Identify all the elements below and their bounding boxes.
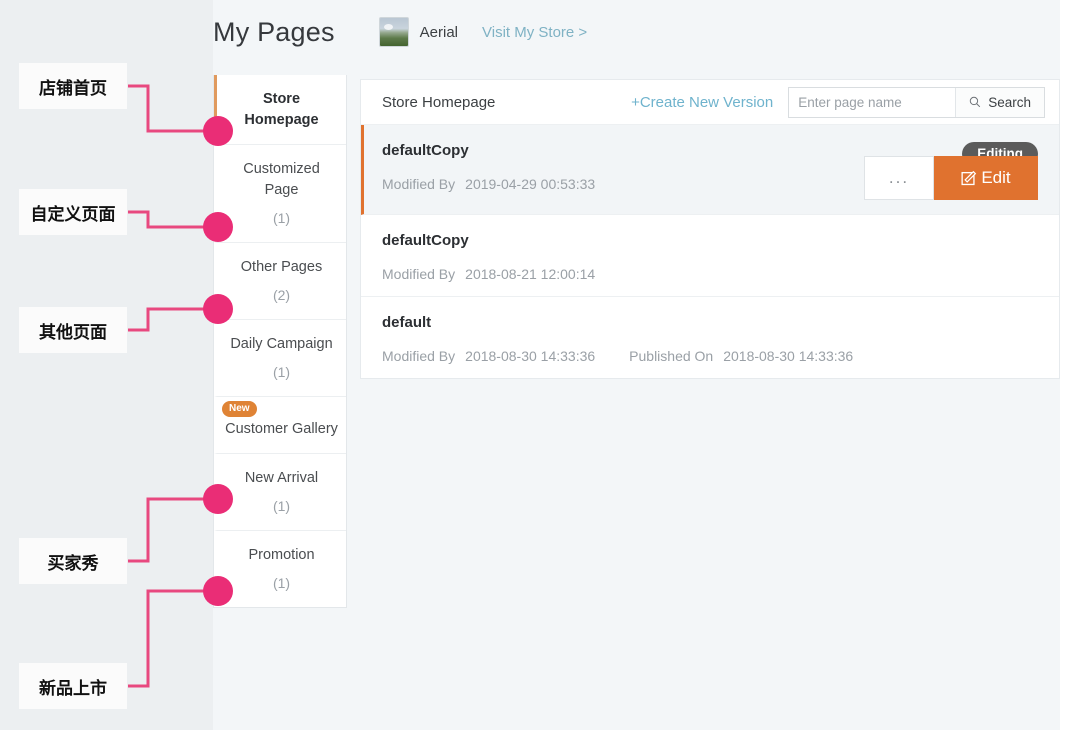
annotation-text: 其他页面 xyxy=(39,322,107,343)
modified-by-value: 2019-04-29 00:53:33 xyxy=(465,176,596,192)
version-meta: Modified By 2018-08-30 14:33:36 Publishe… xyxy=(382,348,1038,364)
search-box: Search xyxy=(788,86,1045,118)
edit-button-label: Edit xyxy=(981,168,1011,187)
app-header: My Pages Aerial Visit My Store > xyxy=(213,8,587,56)
sidebar-item-label: Daily Campaign xyxy=(230,336,333,352)
sidebar-item-label: New Arrival xyxy=(244,470,319,486)
annotation-label-store-homepage: 店铺首页 xyxy=(18,62,128,110)
sidebar-item-count: (1) xyxy=(272,210,291,226)
sidebar-item-other-pages[interactable]: Other Pages (2) xyxy=(214,243,346,320)
annotation-dot xyxy=(203,294,233,324)
sidebar-item-label: Promotion xyxy=(248,547,315,563)
annotation-label-customized-page: 自定义页面 xyxy=(18,188,128,236)
sidebar-item-count: (1) xyxy=(272,498,291,514)
annotation-dot xyxy=(203,484,233,514)
store-name: Aerial xyxy=(419,23,459,41)
sidebar-item-promotion[interactable]: Promotion (1) xyxy=(214,531,346,607)
published-on-value: 2018-08-30 14:33:36 xyxy=(723,348,854,364)
sidebar-item-customized-page[interactable]: Customized Page (1) xyxy=(214,145,346,243)
version-card[interactable]: default Modified By 2018-08-30 14:33:36 … xyxy=(361,297,1059,378)
right-margin xyxy=(1060,0,1080,730)
annotation-dot xyxy=(203,116,233,146)
published-on-label: Published On xyxy=(629,348,714,364)
screen-root: My Pages Aerial Visit My Store > Store H… xyxy=(0,0,1080,730)
modified-by-label: Modified By xyxy=(382,176,456,192)
annotation-label-new-arrival: 新品上市 xyxy=(18,662,128,710)
annotation-label-customer-gallery: 买家秀 xyxy=(18,537,128,585)
sidebar-item-store-homepage[interactable]: Store Homepage xyxy=(214,75,346,145)
edit-button[interactable]: Edit xyxy=(934,156,1038,200)
annotation-label-other-pages: 其他页面 xyxy=(18,306,128,354)
version-card[interactable]: defaultCopy Modified By 2019-04-29 00:53… xyxy=(361,125,1059,215)
modified-by-value: 2018-08-21 12:00:14 xyxy=(465,266,596,282)
sidebar-item-customer-gallery[interactable]: New Customer Gallery xyxy=(214,397,346,454)
modified-by-value: 2018-08-30 14:33:36 xyxy=(465,348,596,364)
sidebar-item-label: Store Homepage xyxy=(244,91,319,128)
version-card[interactable]: defaultCopy Modified By 2018-08-21 12:00… xyxy=(361,215,1059,297)
create-new-version-link[interactable]: +Create New Version xyxy=(631,94,773,111)
page-title: My Pages xyxy=(213,16,335,47)
annotation-dot xyxy=(203,576,233,606)
version-name: defaultCopy xyxy=(382,232,469,249)
annotation-text: 买家秀 xyxy=(47,553,99,574)
sidebar-item-count: (1) xyxy=(272,575,291,591)
version-name: default xyxy=(382,314,432,331)
annotation-text: 自定义页面 xyxy=(30,204,116,225)
search-icon xyxy=(970,96,981,108)
content-title: Store Homepage xyxy=(382,93,496,111)
sidebar-item-count: (2) xyxy=(272,287,291,303)
version-list-panel: Store Homepage +Create New Version Searc… xyxy=(360,79,1060,379)
annotation-text: 店铺首页 xyxy=(39,78,107,99)
version-meta: Modified By 2018-08-21 12:00:14 xyxy=(382,266,1038,282)
landscape-thumbnail-icon xyxy=(378,17,409,47)
annotation-text: 新品上市 xyxy=(39,678,107,699)
more-actions-button[interactable]: ... xyxy=(864,156,934,200)
store-chip[interactable]: Aerial xyxy=(378,17,459,47)
search-button-label: Search xyxy=(988,94,1031,110)
search-input[interactable] xyxy=(789,87,956,117)
modified-by-label: Modified By xyxy=(382,266,456,282)
visit-my-store-link[interactable]: Visit My Store > xyxy=(482,24,587,41)
content-header-actions: +Create New Version Search xyxy=(631,86,1045,118)
sidebar-item-count: (1) xyxy=(272,364,291,380)
content-header: Store Homepage +Create New Version Searc… xyxy=(361,80,1059,125)
annotation-dot xyxy=(203,212,233,242)
search-button[interactable]: Search xyxy=(955,87,1044,117)
pencil-square-icon xyxy=(961,170,977,185)
sidebar-item-label: Customized Page xyxy=(243,161,320,198)
version-actions: ... Edit xyxy=(864,156,1038,200)
sidebar-item-label: Customer Gallery xyxy=(225,421,338,437)
modified-by-label: Modified By xyxy=(382,348,456,364)
sidebar-item-new-arrival[interactable]: New Arrival (1) xyxy=(214,454,346,531)
page-type-sidebar: Store Homepage Customized Page (1) Other… xyxy=(213,75,347,608)
new-badge: New xyxy=(222,401,257,417)
sidebar-item-label: Other Pages xyxy=(240,259,323,275)
sidebar-item-daily-campaign[interactable]: Daily Campaign (1) xyxy=(214,320,346,397)
